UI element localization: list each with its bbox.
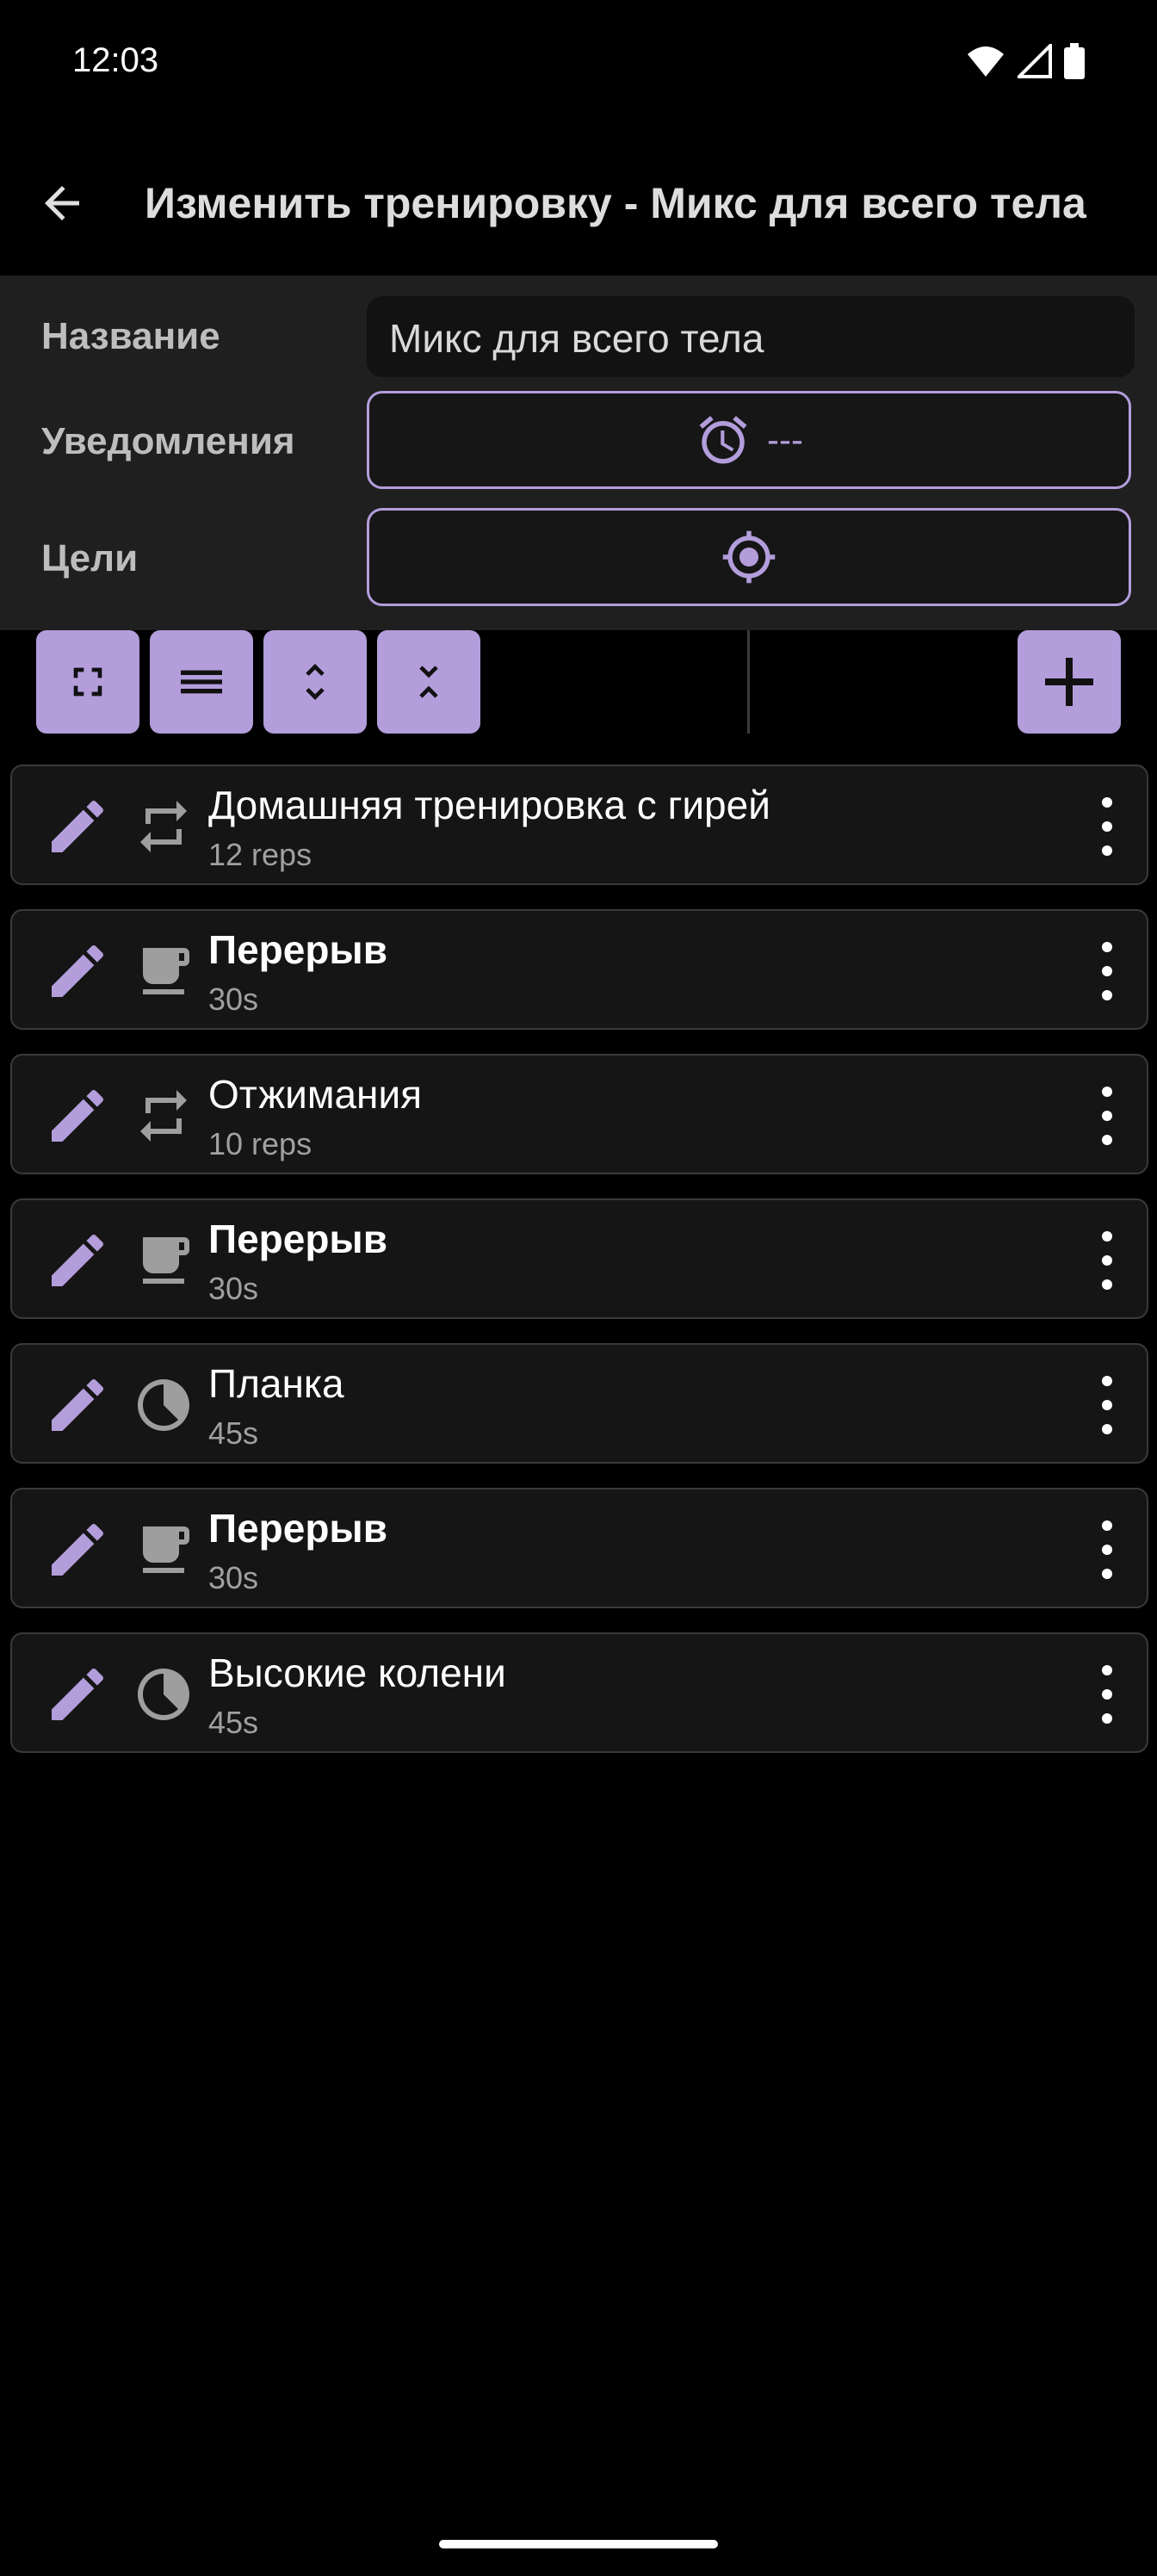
expand-all-button[interactable] <box>263 630 367 734</box>
exercise-meta: 30s <box>208 981 259 1017</box>
edit-icon[interactable] <box>43 1515 112 1584</box>
exercise-meta: 12 reps <box>208 837 312 872</box>
workout-settings-panel: Название Микс для всего тела Уведомления… <box>0 276 1157 630</box>
fullscreen-icon <box>73 667 102 697</box>
more-vert-icon[interactable] <box>1090 797 1124 856</box>
edit-icon[interactable] <box>43 1371 112 1440</box>
list-toolbar <box>0 630 1157 734</box>
timer-icon <box>138 1379 189 1431</box>
collapse-all-button[interactable] <box>377 630 480 734</box>
exercise-item[interactable]: Отжимания 10 reps <box>10 1054 1148 1174</box>
home-indicator[interactable] <box>439 2540 718 2548</box>
menu-lines-icon <box>181 670 222 694</box>
edit-icon[interactable] <box>43 792 112 861</box>
notifications-button[interactable]: --- <box>367 391 1131 489</box>
status-icons <box>966 43 1085 79</box>
add-exercise-button[interactable] <box>1018 630 1121 734</box>
exercise-item[interactable]: Перерыв 30s <box>10 1198 1148 1319</box>
exercise-name: Перерыв <box>208 927 387 972</box>
repeat-icon <box>140 1090 187 1142</box>
coffee-cup-icon <box>143 1526 189 1573</box>
exercise-name: Домашняя тренировка с гирей <box>208 783 770 827</box>
edit-icon[interactable] <box>43 1226 112 1295</box>
add-icon <box>1045 658 1093 706</box>
more-vert-icon[interactable] <box>1090 1665 1124 1724</box>
edit-icon[interactable] <box>43 937 112 1006</box>
exercise-name: Планка <box>208 1361 344 1406</box>
more-vert-icon[interactable] <box>1090 1087 1124 1145</box>
exercise-meta: 30s <box>208 1271 259 1306</box>
list-view-button[interactable] <box>150 630 253 734</box>
alarm-icon <box>699 416 747 464</box>
coffee-cup-icon <box>143 1237 189 1284</box>
more-vert-icon[interactable] <box>1090 942 1124 1000</box>
app-bar: Изменить тренировку - Микс для всего тел… <box>0 146 1157 258</box>
name-input-value: Микс для всего тела <box>389 316 764 361</box>
exercise-item[interactable]: Планка 45s <box>10 1343 1148 1464</box>
wifi-icon <box>968 46 1004 77</box>
timer-icon <box>138 1669 189 1720</box>
status-time: 12:03 <box>72 41 159 79</box>
exercise-meta: 30s <box>208 1560 259 1595</box>
exercise-item[interactable]: Высокие колени 45s <box>10 1632 1148 1753</box>
crosshair-icon <box>722 530 776 584</box>
toolbar-divider <box>747 630 750 734</box>
name-input[interactable]: Микс для всего тела <box>367 296 1135 377</box>
exercise-meta: 10 reps <box>208 1126 312 1161</box>
name-label: Название <box>41 315 220 357</box>
fullscreen-button[interactable] <box>36 630 139 734</box>
notifications-value: --- <box>767 419 803 460</box>
exercise-item[interactable]: Перерыв 30s <box>10 909 1148 1030</box>
battery-icon <box>1064 43 1085 79</box>
more-vert-icon[interactable] <box>1090 1231 1124 1290</box>
exercise-meta: 45s <box>208 1415 259 1451</box>
cell-signal-icon <box>1018 44 1052 78</box>
back-button[interactable] <box>31 172 93 234</box>
status-bar: 12:03 <box>0 0 1157 129</box>
goals-button[interactable] <box>367 508 1131 606</box>
arrow-back-icon <box>45 186 79 220</box>
notifications-label: Уведомления <box>41 420 295 462</box>
exercise-name: Перерыв <box>208 1217 387 1261</box>
edit-icon[interactable] <box>43 1081 112 1150</box>
more-vert-icon[interactable] <box>1090 1376 1124 1434</box>
expand-icon <box>306 664 325 700</box>
exercise-item[interactable]: Перерыв 30s <box>10 1488 1148 1608</box>
coffee-cup-icon <box>143 948 189 994</box>
more-vert-icon[interactable] <box>1090 1520 1124 1579</box>
exercise-item[interactable]: Домашняя тренировка с гирей 12 reps <box>10 765 1148 885</box>
collapse-icon <box>419 666 438 698</box>
exercise-meta: 45s <box>208 1705 259 1740</box>
exercise-name: Отжимания <box>208 1072 423 1117</box>
exercise-name: Перерыв <box>208 1506 387 1551</box>
page-title: Изменить тренировку - Микс для всего тел… <box>145 179 1086 227</box>
goals-label: Цели <box>41 537 139 579</box>
repeat-icon <box>140 801 187 852</box>
exercise-name: Высокие колени <box>208 1650 506 1695</box>
edit-icon[interactable] <box>43 1660 112 1729</box>
